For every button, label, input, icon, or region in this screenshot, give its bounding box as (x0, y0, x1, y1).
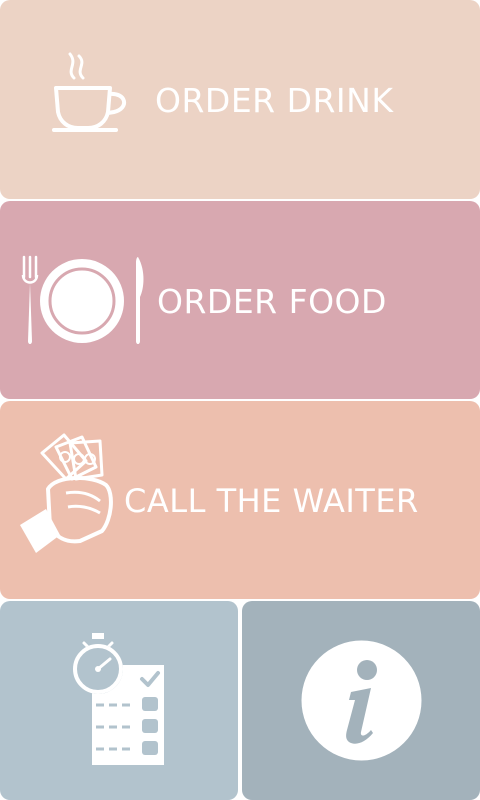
my-orders-tile[interactable] (0, 601, 238, 800)
call-waiter-label: CALL THE WAITER (124, 482, 419, 520)
order-drink-label: ORDER DRINK (155, 81, 394, 120)
main-menu-screen: ORDER DRINK ORDER FOOD CALL THE WAITER (0, 0, 480, 800)
plate-cutlery-icon (20, 255, 148, 347)
order-food-label: ORDER FOOD (157, 282, 387, 321)
order-drink-tile[interactable]: ORDER DRINK (0, 0, 480, 199)
info-icon (301, 640, 422, 761)
coffee-cup-icon (48, 50, 132, 136)
call-waiter-tile[interactable]: CALL THE WAITER (0, 401, 480, 599)
order-food-tile[interactable]: ORDER FOOD (0, 201, 480, 399)
hand-money-icon (16, 431, 116, 561)
order-checklist-timer-icon (70, 631, 170, 767)
info-tile[interactable] (242, 601, 480, 800)
